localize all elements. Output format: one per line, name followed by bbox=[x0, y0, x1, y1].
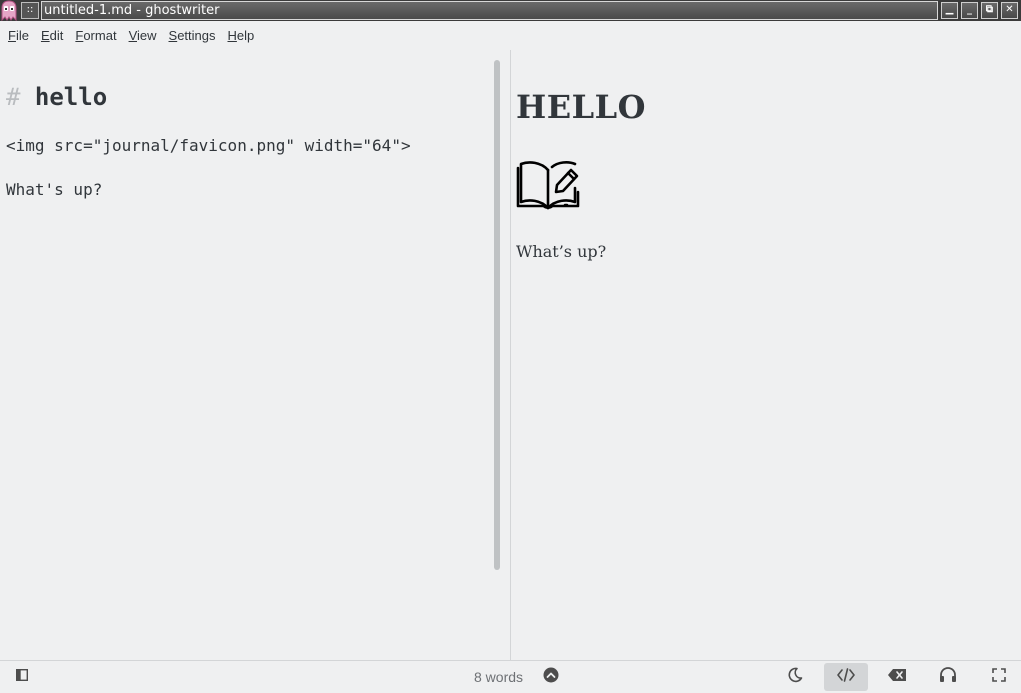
sidebar-icon bbox=[15, 668, 29, 685]
full-screen-button[interactable] bbox=[977, 663, 1021, 691]
preview-heading: HELLO bbox=[516, 88, 646, 126]
show-statistics-button[interactable] bbox=[529, 663, 573, 691]
toggle-sidebar-button[interactable] bbox=[0, 663, 44, 691]
focus-mode-button[interactable] bbox=[926, 663, 970, 691]
heading-text: hello bbox=[34, 83, 108, 111]
hemingway-mode-button[interactable] bbox=[875, 663, 919, 691]
chevron-up-circle-icon bbox=[543, 667, 559, 687]
markdown-editor[interactable]: # hello <img src="journal/favicon.png" w… bbox=[0, 50, 510, 660]
shade-button[interactable]: ▁ bbox=[941, 2, 958, 19]
window-menu-button[interactable]: :: bbox=[21, 2, 39, 19]
html-preview: HELLO What’s up? bbox=[511, 50, 1021, 660]
ghostwriter-logo-icon[interactable] bbox=[0, 0, 20, 22]
dark-mode-button[interactable] bbox=[773, 663, 817, 691]
preview-paragraph: What’s up? bbox=[516, 242, 607, 261]
minimize-button[interactable]: _ bbox=[961, 2, 978, 19]
heading-marker: # bbox=[6, 83, 21, 111]
headphones-icon bbox=[939, 667, 957, 687]
html-preview-toggle-button[interactable] bbox=[824, 663, 868, 691]
fullscreen-icon bbox=[992, 668, 1006, 686]
status-bar: 8 words bbox=[0, 660, 1021, 693]
title-bar[interactable]: :: untitled-1.md - ghostwriter ▁ _ ⧉ ✕ bbox=[0, 0, 1021, 22]
backspace-icon bbox=[888, 669, 906, 685]
menu-bar: File Edit Format View Settings Help bbox=[0, 21, 1021, 50]
menu-file[interactable]: File bbox=[2, 21, 35, 50]
menu-view[interactable]: View bbox=[123, 21, 163, 50]
editor-scrollbar[interactable] bbox=[494, 60, 500, 570]
word-count[interactable]: 8 words bbox=[474, 661, 523, 693]
menu-settings[interactable]: Settings bbox=[163, 21, 222, 50]
code-icon bbox=[837, 668, 855, 686]
moon-icon bbox=[787, 667, 803, 687]
editor-heading-line[interactable]: # hello bbox=[6, 81, 411, 113]
menu-edit[interactable]: Edit bbox=[35, 21, 69, 50]
menu-help[interactable]: Help bbox=[222, 21, 261, 50]
editor-text-line[interactable]: What's up? bbox=[6, 179, 411, 201]
restore-button[interactable]: ⧉ bbox=[981, 2, 998, 19]
close-button[interactable]: ✕ bbox=[1001, 2, 1018, 19]
editor-content[interactable]: # hello <img src="journal/favicon.png" w… bbox=[6, 81, 411, 201]
window-title: untitled-1.md - ghostwriter bbox=[41, 1, 938, 20]
menu-format[interactable]: Format bbox=[69, 21, 122, 50]
open-book-icon bbox=[516, 158, 580, 212]
editor-img-line[interactable]: <img src="journal/favicon.png" width="64… bbox=[6, 135, 411, 157]
